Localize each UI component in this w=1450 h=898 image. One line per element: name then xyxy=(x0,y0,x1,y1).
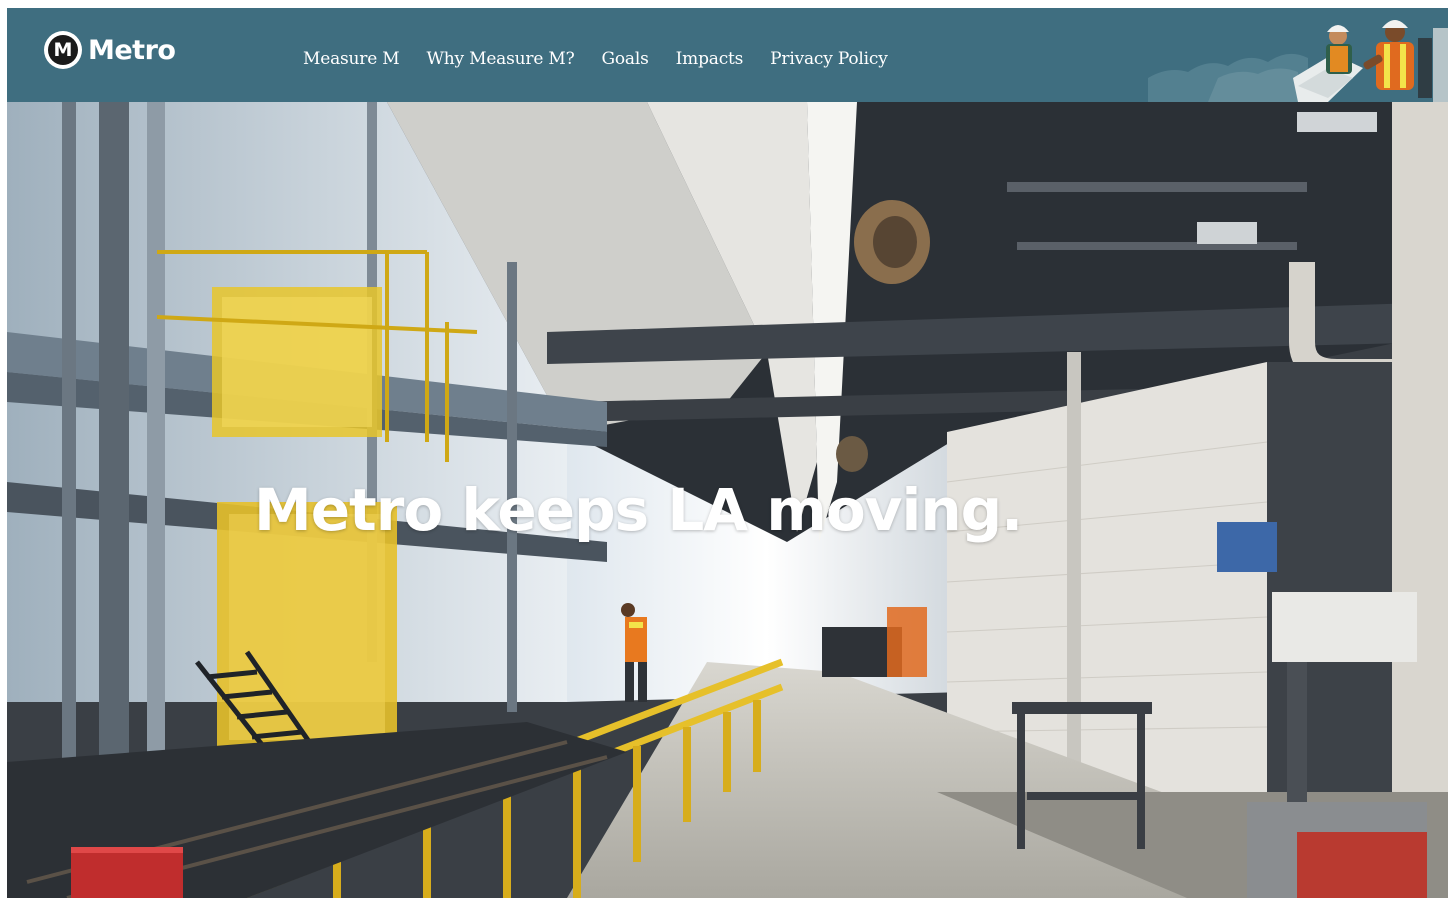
metro-logo-icon: M xyxy=(44,31,82,69)
nav-why-measure-m[interactable]: Why Measure M? xyxy=(426,49,574,69)
nav-privacy-policy[interactable]: Privacy Policy xyxy=(770,49,888,69)
logo-letter: M xyxy=(48,35,78,65)
brand-name: Metro xyxy=(88,34,176,66)
page: M Metro Measure M Why Measure M? Goals I… xyxy=(7,8,1448,898)
hero-banner: Metro keeps LA moving. xyxy=(7,102,1448,898)
site-header: M Metro Measure M Why Measure M? Goals I… xyxy=(7,8,1448,102)
worker-illustration-icon xyxy=(1148,20,1448,102)
hero-headline: Metro keeps LA moving. xyxy=(254,475,1023,544)
nav-goals[interactable]: Goals xyxy=(602,49,649,69)
nav-measure-m[interactable]: Measure M xyxy=(303,49,400,69)
nav-impacts[interactable]: Impacts xyxy=(676,49,744,69)
metro-logo-link[interactable]: M Metro xyxy=(44,31,176,69)
main-nav: Measure M Why Measure M? Goals Impacts P… xyxy=(303,49,915,69)
